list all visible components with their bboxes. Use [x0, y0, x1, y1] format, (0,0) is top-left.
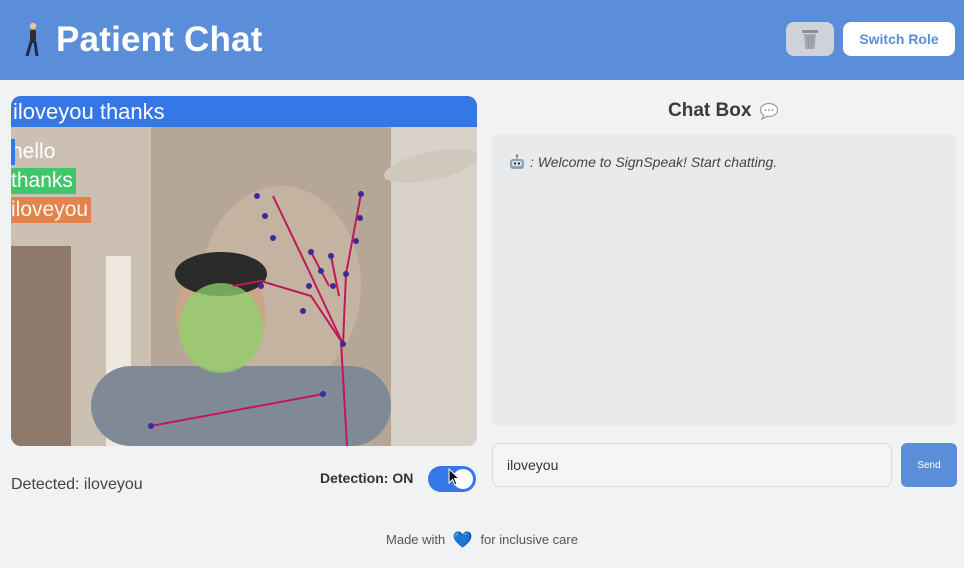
chat-box-title: Chat Box: [668, 100, 779, 122]
label-text: thanks: [11, 169, 73, 192]
send-button[interactable]: Send: [901, 443, 957, 487]
webcam-feed: iloveyou thanks hello thanks iloveyou: [11, 96, 477, 446]
page-title: Patient Chat: [22, 18, 263, 62]
robot-icon: [510, 154, 524, 169]
footer-suffix: for inclusive care: [480, 532, 578, 547]
blue-heart-icon: 💙: [452, 532, 473, 549]
trash-icon: [802, 30, 818, 49]
clear-chat-button[interactable]: [786, 22, 834, 56]
label-thanks: thanks: [11, 168, 76, 194]
label-color-bar: [11, 139, 15, 165]
title-text: Patient Chat: [56, 20, 263, 59]
detection-toggle-label: Detection: ON: [320, 470, 414, 486]
camera-scene: [11, 96, 477, 446]
speech-bubble-icon: [760, 102, 779, 120]
label-hello: hello: [11, 139, 58, 165]
chat-input[interactable]: iloveyou: [492, 443, 892, 487]
chat-box[interactable]: : Welcome to SignSpeak! Start chatting.: [492, 134, 956, 426]
label-text: iloveyou: [11, 198, 89, 221]
detected-text: Detected: iloveyou: [11, 476, 143, 493]
prediction-bar: iloveyou thanks: [11, 96, 477, 127]
person-walking-icon: [25, 22, 39, 57]
chat-message-text: : Welcome to SignSpeak! Start chatting.: [530, 154, 778, 170]
footer: Made with 💙 for inclusive care: [0, 530, 964, 550]
label-text: hello: [11, 140, 56, 163]
label-iloveyou: iloveyou: [11, 197, 92, 223]
switch-role-button[interactable]: Switch Role: [843, 22, 955, 56]
app-header: Patient Chat Switch Role: [0, 0, 964, 80]
chat-message: : Welcome to SignSpeak! Start chatting.: [508, 154, 777, 170]
chat-title-text: Chat Box: [668, 100, 752, 121]
footer-prefix: Made with: [386, 532, 446, 547]
mouse-cursor-icon: [448, 468, 460, 486]
